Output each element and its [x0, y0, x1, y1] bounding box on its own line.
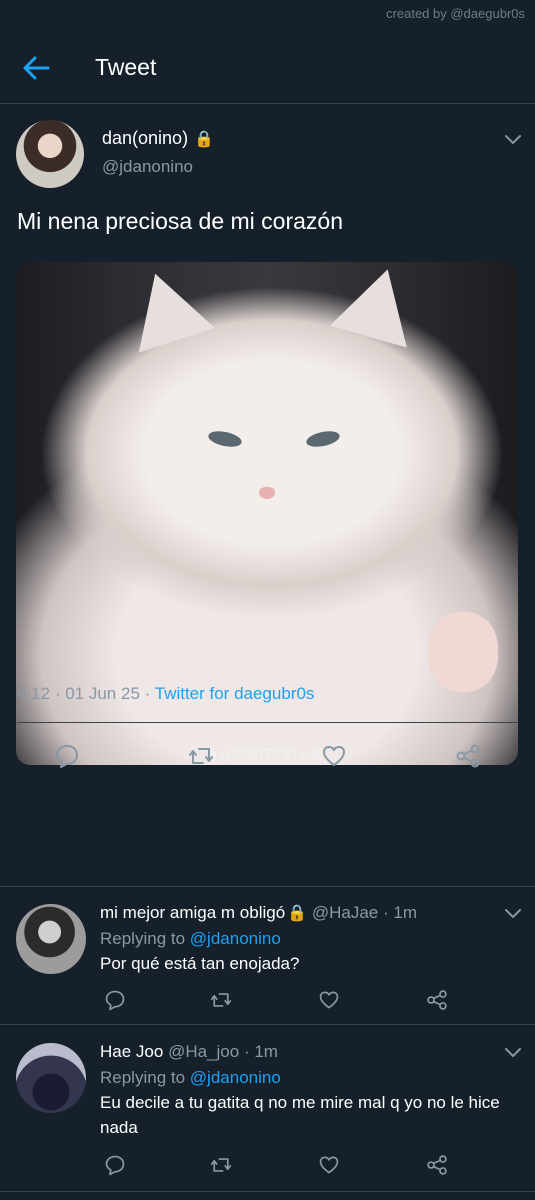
reply-text: Por qué está tan enojada?	[100, 954, 300, 973]
replying-to-line: Replying to @jdanonino	[100, 929, 281, 949]
reply-action-bar	[100, 989, 500, 1015]
tweet-metadata: 6:12 · 01 Jun 25 · Twitter for daegubr0s	[17, 684, 314, 704]
author-name[interactable]: dan(onino) 🔒	[102, 128, 214, 149]
reply-time: 1m	[393, 903, 417, 922]
replying-to-label: Replying to	[100, 929, 186, 948]
retweet-icon[interactable]	[188, 743, 214, 769]
replying-to-label: Replying to	[100, 1068, 186, 1087]
cat-nose	[259, 487, 275, 499]
reply-author-line: mi mejor amiga m obligó 🔒 @HaJae · 1m	[100, 903, 417, 923]
divider	[0, 1024, 535, 1025]
tweet-source-link[interactable]: Twitter for daegubr0s	[155, 684, 315, 703]
comment-icon[interactable]	[54, 743, 80, 769]
replying-to-link[interactable]: @jdanonino	[190, 1068, 281, 1087]
chevron-down-icon[interactable]	[504, 1047, 522, 1059]
cat-paw	[428, 612, 498, 692]
page-title: Tweet	[95, 54, 157, 80]
top-bar: Tweet	[0, 30, 535, 104]
arrow-left-icon[interactable]	[20, 54, 52, 82]
reply-time: 1m	[254, 1042, 278, 1061]
reply-author-name[interactable]: Hae Joo	[100, 1042, 163, 1061]
cat-eye-right	[304, 428, 342, 450]
share-icon[interactable]	[455, 743, 481, 769]
avatar[interactable]	[16, 120, 84, 188]
replying-to-link[interactable]: @jdanonino	[190, 929, 281, 948]
lock-icon: 🔒	[287, 905, 308, 922]
tweet-text: Mi nena preciosa de mi corazón	[17, 208, 343, 234]
cat-ear-left	[117, 262, 215, 353]
tweet-action-bar	[17, 722, 518, 784]
lock-icon: 🔒	[194, 131, 214, 148]
reply-handle[interactable]: @HaJae	[312, 903, 378, 922]
author-handle[interactable]: @jdanonino	[102, 157, 193, 177]
reply-handle[interactable]: @Ha_joo	[168, 1042, 239, 1061]
chevron-down-icon[interactable]	[504, 908, 522, 920]
meta-separator: ·	[382, 903, 394, 922]
creator-credit: created by @daegubr0s	[386, 6, 525, 21]
retweet-icon[interactable]	[210, 1154, 232, 1176]
meta-separator: ·	[144, 684, 155, 703]
avatar[interactable]	[16, 1043, 86, 1113]
reply-action-bar	[100, 1154, 500, 1180]
tweet-date: 01 Jun 25	[65, 684, 140, 703]
reply-item[interactable]: mi mejor amiga m obligó 🔒 @HaJae · 1m Rep…	[0, 887, 535, 1025]
meta-separator: ·	[54, 684, 66, 703]
reply-author-name[interactable]: mi mejor amiga m obligó	[100, 903, 285, 922]
chevron-down-icon[interactable]	[504, 134, 522, 146]
heart-icon[interactable]	[318, 989, 340, 1011]
author-name-text: dan(onino)	[102, 128, 189, 148]
share-icon[interactable]	[426, 1154, 448, 1176]
reply-text: Eu decile a tu gatita q no me mire mal q…	[100, 1093, 500, 1137]
cat-ear-right	[329, 262, 427, 348]
replying-to-line: Replying to @jdanonino	[100, 1068, 281, 1088]
comment-icon[interactable]	[104, 1154, 126, 1176]
share-icon[interactable]	[426, 989, 448, 1011]
reply-author-line: Hae Joo @Ha_joo · 1m	[100, 1042, 278, 1062]
heart-icon[interactable]	[321, 743, 347, 769]
avatar[interactable]	[16, 904, 86, 974]
cat-eye-left	[206, 428, 244, 450]
comment-icon[interactable]	[104, 989, 126, 1011]
reply-item[interactable]: Hae Joo @Ha_joo · 1m Replying to @jdanon…	[0, 1026, 535, 1192]
retweet-icon[interactable]	[210, 989, 232, 1011]
heart-icon[interactable]	[318, 1154, 340, 1176]
tweet-time: 6:12	[17, 684, 51, 703]
meta-separator: ·	[243, 1042, 255, 1061]
divider	[0, 1191, 535, 1192]
